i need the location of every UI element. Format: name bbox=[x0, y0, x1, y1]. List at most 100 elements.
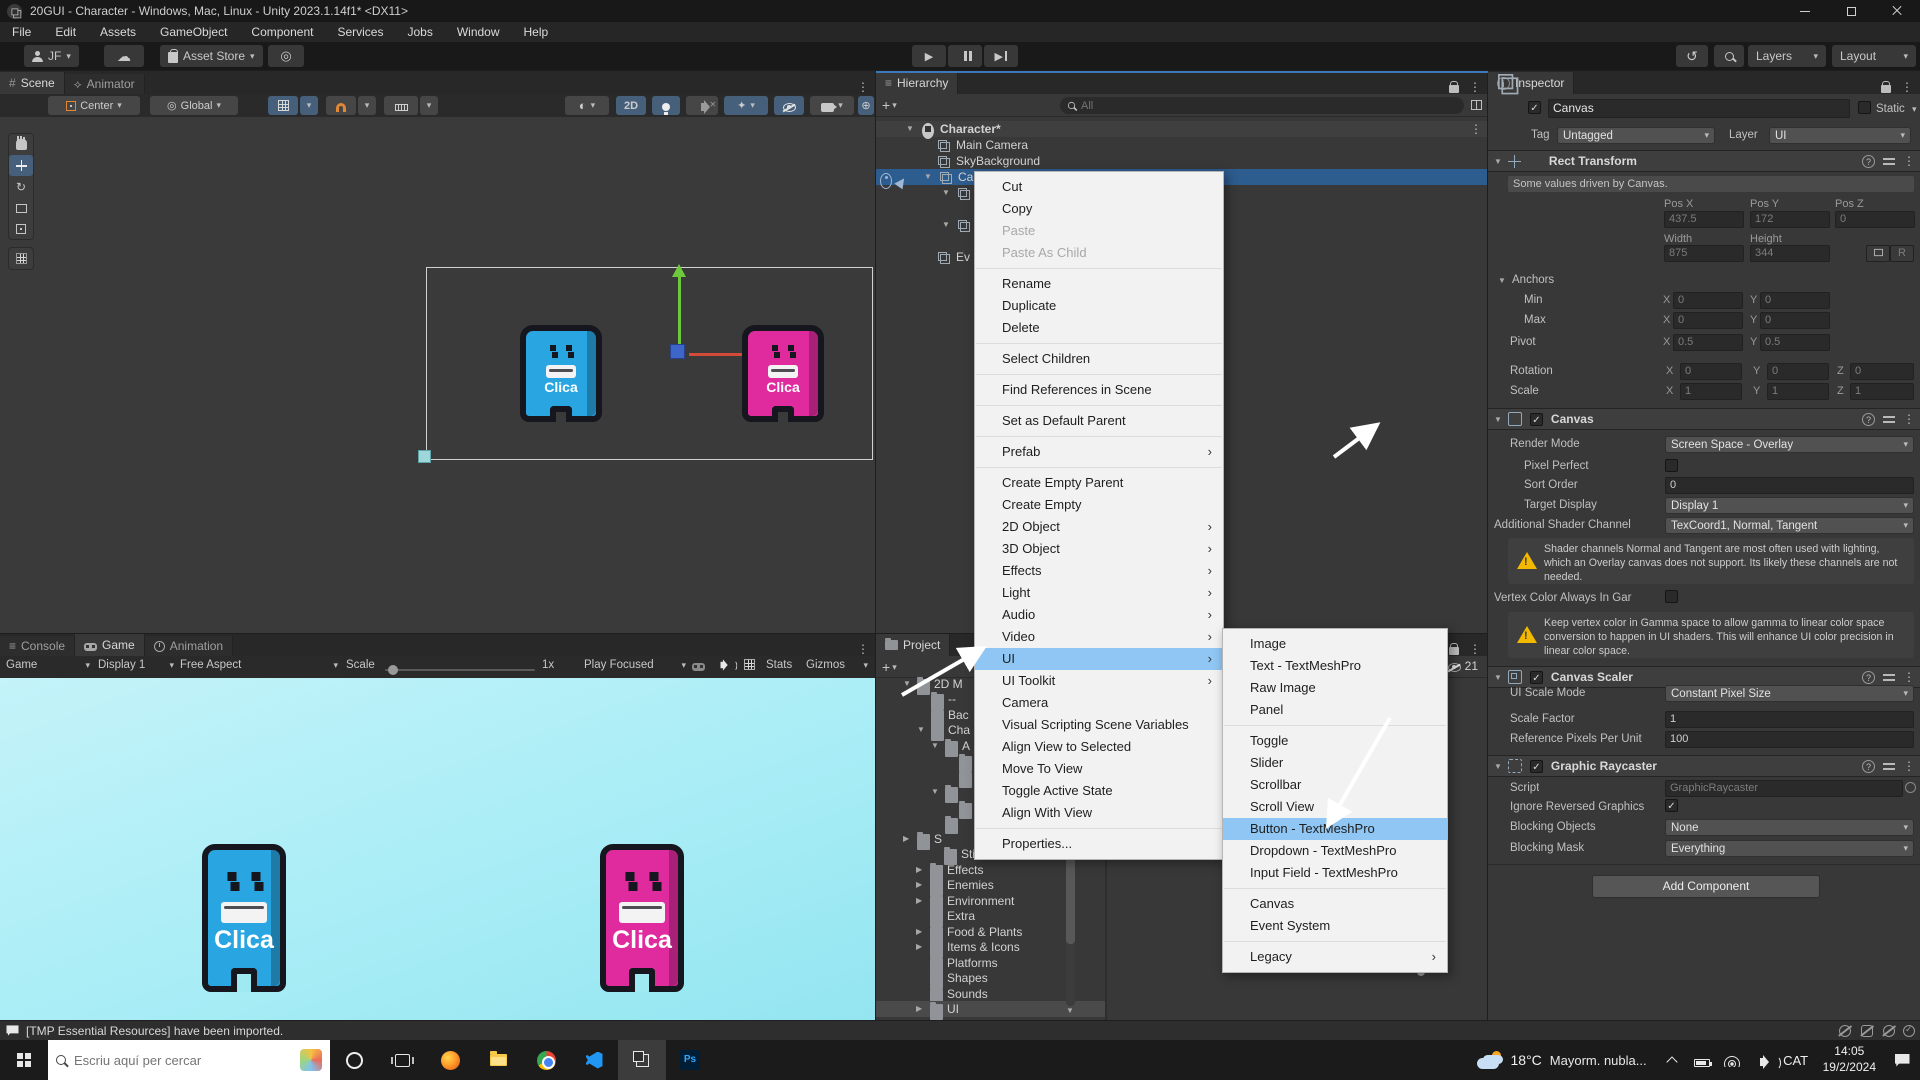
create-asset-button[interactable]: +▾ bbox=[882, 659, 897, 675]
frame-debugger-button[interactable] bbox=[692, 659, 705, 671]
static-caret-icon[interactable]: ▾ bbox=[1912, 105, 1917, 114]
rect-handle[interactable] bbox=[418, 450, 431, 463]
mute-audio-button[interactable] bbox=[718, 657, 725, 669]
taskbar-app-unity-active[interactable] bbox=[618, 1040, 666, 1080]
lock-icon[interactable] bbox=[1881, 85, 1891, 93]
width-field[interactable]: 875 bbox=[1664, 245, 1744, 262]
transform-tool-button[interactable] bbox=[9, 218, 33, 239]
sub-image[interactable]: Image bbox=[1223, 633, 1447, 655]
pixel-perfect-checkbox[interactable] bbox=[1665, 459, 1678, 472]
anchor-min-x[interactable]: 0 bbox=[1673, 292, 1743, 309]
tab-project[interactable]: Project bbox=[876, 634, 950, 656]
column-split-icon[interactable] bbox=[1471, 100, 1482, 110]
component-enabled-checkbox[interactable]: ✓ bbox=[1530, 413, 1543, 426]
ctx-camera[interactable]: Camera bbox=[975, 692, 1223, 714]
language-indicator[interactable]: CAT bbox=[1777, 1040, 1815, 1080]
menu-assets[interactable]: Assets bbox=[88, 22, 148, 42]
pos-y-field[interactable]: 172 bbox=[1750, 211, 1830, 228]
scene-character-pink[interactable]: Clica bbox=[742, 325, 824, 422]
foldout-icon[interactable]: ▶ bbox=[916, 862, 922, 878]
anchors-foldout-icon[interactable]: ▼ bbox=[1498, 276, 1506, 285]
ctx-audio[interactable]: Audio› bbox=[975, 604, 1223, 626]
stats-button[interactable]: Stats bbox=[766, 659, 792, 671]
foldout-icon[interactable]: ▼ bbox=[942, 185, 950, 201]
foldout-icon[interactable]: ▶ bbox=[916, 1001, 922, 1017]
static-checkbox[interactable] bbox=[1858, 101, 1871, 114]
refresh-disabled-icon[interactable] bbox=[1882, 1024, 1896, 1038]
raw-edit-button[interactable]: R bbox=[1890, 245, 1914, 262]
rect-tool-button[interactable] bbox=[9, 197, 33, 218]
sub-text-tmp[interactable]: Text - TextMeshPro bbox=[1223, 655, 1447, 677]
layout-dropdown[interactable]: Layout▾ bbox=[1832, 45, 1916, 67]
canvas-component-header[interactable]: ▼ ✓ Canvas ?⋮ bbox=[1488, 408, 1920, 430]
ctx-move-to-view[interactable]: Move To View bbox=[975, 758, 1223, 780]
tab-animation[interactable]: Animation bbox=[145, 636, 233, 656]
sub-panel[interactable]: Panel bbox=[1223, 699, 1447, 721]
layer-dropdown[interactable]: UI▾ bbox=[1769, 127, 1911, 144]
blueprint-mode-button[interactable] bbox=[1866, 245, 1890, 262]
height-field[interactable]: 344 bbox=[1750, 245, 1830, 262]
object-picker-icon[interactable] bbox=[1905, 782, 1916, 793]
vsync-button[interactable] bbox=[744, 659, 755, 670]
sub-legacy[interactable]: Legacy› bbox=[1223, 946, 1447, 968]
maximize-button[interactable] bbox=[1828, 0, 1874, 22]
sub-scroll-view[interactable]: Scroll View bbox=[1223, 796, 1447, 818]
anchor-max-y[interactable]: 0 bbox=[1760, 312, 1830, 329]
foldout-icon[interactable]: ▶ bbox=[916, 877, 922, 893]
cloud-button[interactable]: ☁ bbox=[104, 45, 144, 67]
pause-button[interactable] bbox=[948, 45, 982, 67]
ctx-ui-toolkit[interactable]: UI Toolkit› bbox=[975, 670, 1223, 692]
play-button[interactable]: ▶ bbox=[912, 45, 946, 67]
camera-dropdown[interactable]: ▾ bbox=[810, 96, 854, 115]
search-button[interactable] bbox=[1714, 45, 1744, 67]
foldout-icon[interactable]: ▶ bbox=[916, 924, 922, 940]
sub-event-system[interactable]: Event System bbox=[1223, 915, 1447, 937]
hidden-objects-toggle[interactable] bbox=[774, 96, 804, 115]
anchor-max-x[interactable]: 0 bbox=[1673, 312, 1743, 329]
menu-edit[interactable]: Edit bbox=[43, 22, 88, 42]
blocking-objects-dropdown[interactable]: None▾ bbox=[1665, 819, 1914, 836]
sort-order-field[interactable]: 0 bbox=[1665, 477, 1914, 494]
collab-disabled-icon[interactable] bbox=[1860, 1024, 1874, 1038]
scale-slider-track[interactable] bbox=[385, 669, 535, 671]
target-button[interactable]: ◎ bbox=[268, 45, 304, 67]
search-highlights-icon[interactable] bbox=[300, 1049, 322, 1071]
sub-scrollbar[interactable]: Scrollbar bbox=[1223, 774, 1447, 796]
step-button[interactable]: ▶ bbox=[984, 45, 1018, 67]
increment-snap-caret[interactable]: ▾ bbox=[420, 96, 438, 115]
foldout-icon[interactable]: ▼ bbox=[924, 169, 932, 185]
view-tool-button[interactable] bbox=[9, 134, 33, 155]
foldout-icon[interactable]: ▼ bbox=[917, 722, 925, 738]
foldout-icon[interactable]: ▼ bbox=[931, 738, 939, 754]
status-ok-icon[interactable]: ✓ bbox=[1902, 1024, 1916, 1038]
ctx-select-children[interactable]: Select Children bbox=[975, 348, 1223, 370]
asset-store-button[interactable]: Asset Store▾ bbox=[160, 45, 263, 67]
taskbar-app-browser[interactable] bbox=[330, 1040, 378, 1080]
ctx-toggle-active[interactable]: Toggle Active State bbox=[975, 780, 1223, 802]
scene-options-icon[interactable]: ⋮ bbox=[1470, 121, 1481, 137]
foldout-icon[interactable]: ▶ bbox=[916, 893, 922, 909]
component-enabled-checkbox[interactable]: ✓ bbox=[1530, 760, 1543, 773]
ctx-create-empty[interactable]: Create Empty bbox=[975, 494, 1223, 516]
foldout-icon[interactable]: ▼ bbox=[942, 217, 950, 233]
rotation-z[interactable]: 0 bbox=[1850, 363, 1914, 380]
ctx-video[interactable]: Video› bbox=[975, 626, 1223, 648]
ctx-ui[interactable]: UI› bbox=[975, 648, 1223, 670]
scale-x[interactable]: 1 bbox=[1680, 383, 1742, 400]
component-enabled-checkbox[interactable]: ✓ bbox=[1530, 671, 1543, 684]
ctx-2d-object[interactable]: 2D Object› bbox=[975, 516, 1223, 538]
menu-gameobject[interactable]: GameObject bbox=[148, 22, 239, 42]
sub-toggle[interactable]: Toggle bbox=[1223, 730, 1447, 752]
foldout-icon[interactable]: ▶ bbox=[916, 939, 922, 955]
lock-icon[interactable] bbox=[1449, 647, 1459, 655]
hierarchy-item-skybackground[interactable]: SkyBackground bbox=[876, 153, 1488, 169]
grid-visibility-button[interactable] bbox=[268, 96, 298, 115]
scale-factor-field[interactable]: 1 bbox=[1665, 711, 1914, 728]
move-tool-button[interactable] bbox=[9, 155, 33, 176]
tab-console[interactable]: ≡Console bbox=[0, 636, 75, 656]
sub-input-field-tmp[interactable]: Input Field - TextMeshPro bbox=[1223, 862, 1447, 884]
gizmos-dropdown[interactable]: Gizmos▾ bbox=[806, 659, 868, 671]
ctx-rename[interactable]: Rename bbox=[975, 273, 1223, 295]
ignore-reversed-checkbox[interactable]: ✓ bbox=[1665, 799, 1678, 812]
sub-dropdown-tmp[interactable]: Dropdown - TextMeshPro bbox=[1223, 840, 1447, 862]
